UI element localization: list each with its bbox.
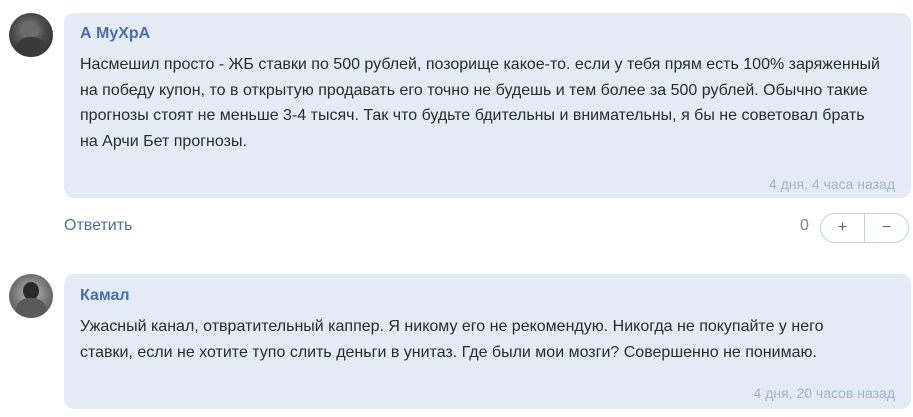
vote-count: 0	[800, 217, 809, 234]
downvote-button[interactable]: −	[865, 214, 908, 242]
comment-timestamp: 4 дня, 20 часов назад	[753, 385, 895, 401]
comment-timestamp: 4 дня, 4 часа назад	[768, 176, 895, 192]
comment-author[interactable]: А МуХрА	[80, 25, 150, 43]
vote-control: + −	[820, 213, 909, 243]
comment-text: Ужасный канал, отвратительный каппер. Я …	[80, 318, 824, 361]
comment-bubble: Камал Ужасный канал, отвратительный капп…	[64, 274, 911, 409]
avatar[interactable]	[9, 274, 53, 318]
avatar[interactable]	[9, 13, 53, 57]
upvote-button[interactable]: +	[821, 214, 864, 242]
avatar-body	[15, 298, 47, 318]
comment-text: Насмешил просто - ЖБ ставки по 500 рубле…	[80, 56, 880, 150]
avatar-body	[15, 37, 47, 57]
reply-button[interactable]: Ответить	[64, 217, 132, 235]
comment-bubble: А МуХрА Насмешил просто - ЖБ ставки по 5…	[64, 13, 911, 198]
comment-author[interactable]: Камал	[80, 287, 130, 305]
